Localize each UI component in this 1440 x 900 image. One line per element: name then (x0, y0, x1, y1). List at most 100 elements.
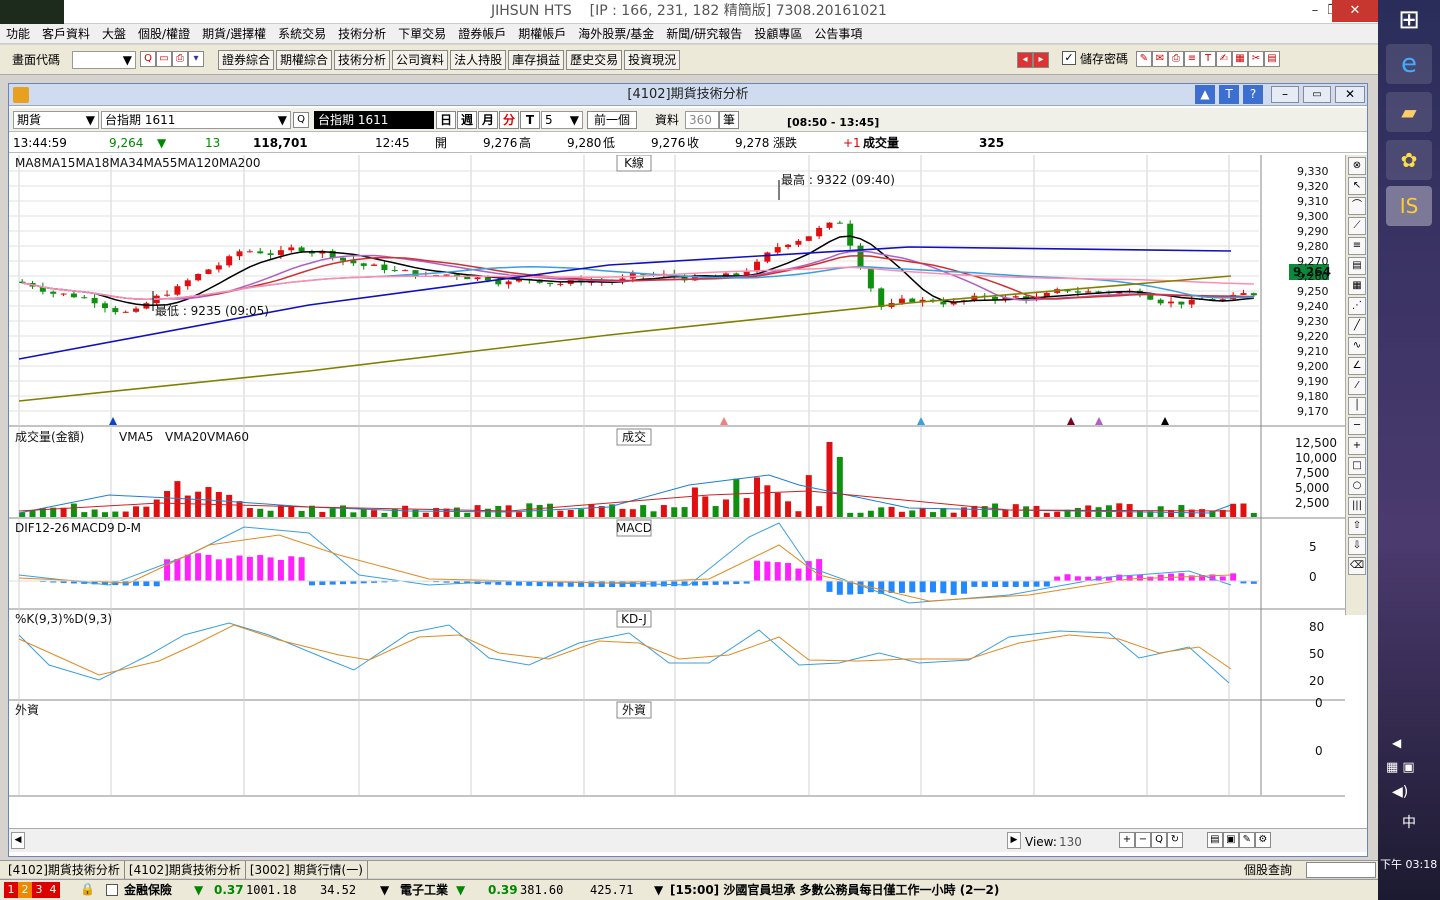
ime-indicator[interactable]: 中 (1402, 812, 1416, 832)
close-button[interactable]: ✕ (1332, 0, 1378, 22)
arc-icon[interactable]: ⌒ (1348, 197, 1366, 215)
sub-restore-button[interactable]: ▭ (1303, 86, 1331, 103)
down-arrow-icon[interactable]: ⇩ (1348, 537, 1366, 555)
doc-icon[interactable]: ▤ (1264, 51, 1280, 67)
trend-icon[interactable]: ╱ (1348, 317, 1366, 335)
note-icon[interactable]: ≡ (1184, 51, 1200, 67)
menu-item-5[interactable]: 系統交易 (272, 24, 332, 44)
menu-item-6[interactable]: 技術分析 (332, 24, 392, 44)
news-ticker[interactable]: [15:00] 沙國官員坦承 多數公務員每日僅工作一小時 (2一2) (670, 880, 1360, 900)
stock-query-input[interactable] (1306, 862, 1376, 878)
dropdown-icon[interactable]: ▾ (188, 51, 204, 67)
status-checkbox[interactable] (106, 884, 118, 896)
idx2-dropdown[interactable]: ▼ (654, 880, 663, 900)
window-tab-1[interactable]: [4102]期貨技術分析 (125, 861, 246, 879)
period-button-0[interactable]: 日 (436, 111, 456, 129)
pen-icon[interactable]: ✎ (1136, 51, 1152, 67)
toolbar-button-7[interactable]: 投資現況 (624, 50, 681, 70)
idx1-dropdown[interactable]: ▼ (380, 880, 389, 900)
close-icon[interactable]: ⊗ (1348, 157, 1366, 175)
volume-panel[interactable] (18, 442, 1257, 517)
menu-item-9[interactable]: 期權帳戶 (512, 24, 572, 44)
help-icon[interactable]: ? (1243, 85, 1263, 104)
jihsun-app-icon[interactable]: IS (1386, 186, 1432, 226)
network-icon[interactable]: ▦ ▣ (1386, 760, 1415, 775)
hline-icon[interactable]: ─ (1348, 417, 1366, 435)
magnify-icon[interactable]: Q (1151, 832, 1167, 848)
windows-start-icon[interactable]: ⊞ (1386, 0, 1432, 40)
kd-panel[interactable] (18, 622, 1232, 684)
rect-icon[interactable]: □ (1348, 457, 1366, 475)
product-select[interactable]: 台指期 1611 ▼ (101, 111, 291, 129)
prev-arrow-icon[interactable]: ◂ (1017, 52, 1033, 68)
prev-button[interactable]: 前一個 (587, 111, 637, 129)
code-input[interactable]: ▼ (72, 51, 136, 69)
toolbar-button-6[interactable]: 歷史交易 (566, 50, 623, 70)
wave-icon[interactable]: ∿ (1348, 337, 1366, 355)
text-icon[interactable]: T (1200, 51, 1216, 67)
cross-icon[interactable]: + (1348, 437, 1366, 455)
up-arrow-icon[interactable]: ⇧ (1348, 517, 1366, 535)
toolbar-button-4[interactable]: 法人持股 (450, 50, 507, 70)
eraser-icon[interactable]: ⌫ (1348, 557, 1366, 575)
period-button-1[interactable]: 週 (457, 111, 477, 129)
menu-item-10[interactable]: 海外股票/基金 (572, 24, 660, 44)
period-button-4[interactable]: T (520, 111, 540, 129)
menu-item-4[interactable]: 期貨/選擇權 (196, 24, 272, 44)
ie-browser-icon[interactable]: e (1386, 44, 1432, 84)
menu-item-8[interactable]: 證券帳戶 (452, 24, 512, 44)
channel-icon[interactable]: ▤ (1348, 257, 1366, 275)
sub-minimize-button[interactable]: – (1271, 86, 1299, 103)
search-icon[interactable]: Q (140, 51, 156, 67)
macd-panel[interactable] (9, 522, 1259, 604)
toolbar-button-2[interactable]: 技術分析 (334, 50, 391, 70)
volume-icon[interactable]: ◀) (1392, 784, 1408, 800)
window-icon[interactable]: ▭ (156, 51, 172, 67)
layout-icon[interactable]: ▣ (1222, 832, 1239, 848)
vline-icon[interactable]: │ (1348, 397, 1366, 415)
line-icon[interactable]: ⟋ (1348, 217, 1366, 235)
window-tab-2[interactable]: [3002] 期貨行情(一) (246, 861, 368, 879)
menu-item-13[interactable]: 公告事項 (808, 24, 868, 44)
menu-item-11[interactable]: 新聞/研究報告 (660, 24, 748, 44)
clock[interactable]: 下午 03:18 (1380, 856, 1437, 872)
gear-icon[interactable]: ⚙ (1254, 832, 1271, 848)
text-icon[interactable]: T (1219, 85, 1239, 104)
angle-icon[interactable]: ∠ (1348, 357, 1366, 375)
folder-icon[interactable]: ▰ (1386, 92, 1432, 132)
ray-icon[interactable]: ⁄ (1348, 377, 1366, 395)
paint-icon[interactable]: ✿ (1386, 140, 1432, 180)
market-select[interactable]: 期貨 ▼ (13, 111, 99, 129)
interval-select[interactable]: 5 ▼ (541, 111, 583, 129)
print-icon[interactable]: ⎙ (1168, 51, 1184, 67)
hlines-icon[interactable]: ≡ (1348, 237, 1366, 255)
menu-item-2[interactable]: 大盤 (96, 24, 132, 44)
menu-item-7[interactable]: 下單交易 (392, 24, 452, 44)
period-button-3[interactable]: 分 (499, 111, 519, 129)
refresh-icon[interactable]: ↻ (1167, 832, 1183, 848)
menu-item-12[interactable]: 投顧專區 (748, 24, 808, 44)
pencil-icon[interactable]: ✎ (1238, 832, 1255, 848)
period-button-2[interactable]: 月 (478, 111, 498, 129)
print-icon[interactable]: ⎙ (172, 51, 188, 67)
edit-icon[interactable]: ✍ (1216, 51, 1232, 67)
mail-icon[interactable]: ✉ (1152, 51, 1168, 67)
tools-icon[interactable]: ✂ (1248, 51, 1264, 67)
data-count-input[interactable]: 360 (685, 111, 719, 129)
bars-icon[interactable]: ||| (1348, 497, 1366, 515)
chart-area[interactable]: 最高 : 9322 (09:40)最低 : 9235 (09:05)9,264 … (9, 155, 1345, 805)
ellipse-icon[interactable]: ○ (1348, 477, 1366, 495)
tray-expand-icon[interactable]: ◀ (1392, 736, 1401, 750)
grid-icon[interactable]: ▦ (1348, 277, 1366, 295)
sub-close-button[interactable]: ✕ (1335, 86, 1365, 103)
toolbar-button-1[interactable]: 期權綜合 (276, 50, 333, 70)
fan-icon[interactable]: ⋰ (1348, 297, 1366, 315)
menu-item-0[interactable]: 功能 (0, 24, 36, 44)
list-icon[interactable]: ▤ (1206, 832, 1223, 848)
next-arrow-icon[interactable]: ▸ (1033, 52, 1049, 68)
toolbar-button-3[interactable]: 公司資料 (392, 50, 449, 70)
search-icon[interactable]: Q (293, 112, 309, 128)
window-tab-0[interactable]: [4102]期貨技術分析 (4, 861, 125, 879)
scroll-left-button[interactable]: ◀ (11, 832, 25, 849)
menu-item-3[interactable]: 個股/權證 (132, 24, 196, 44)
